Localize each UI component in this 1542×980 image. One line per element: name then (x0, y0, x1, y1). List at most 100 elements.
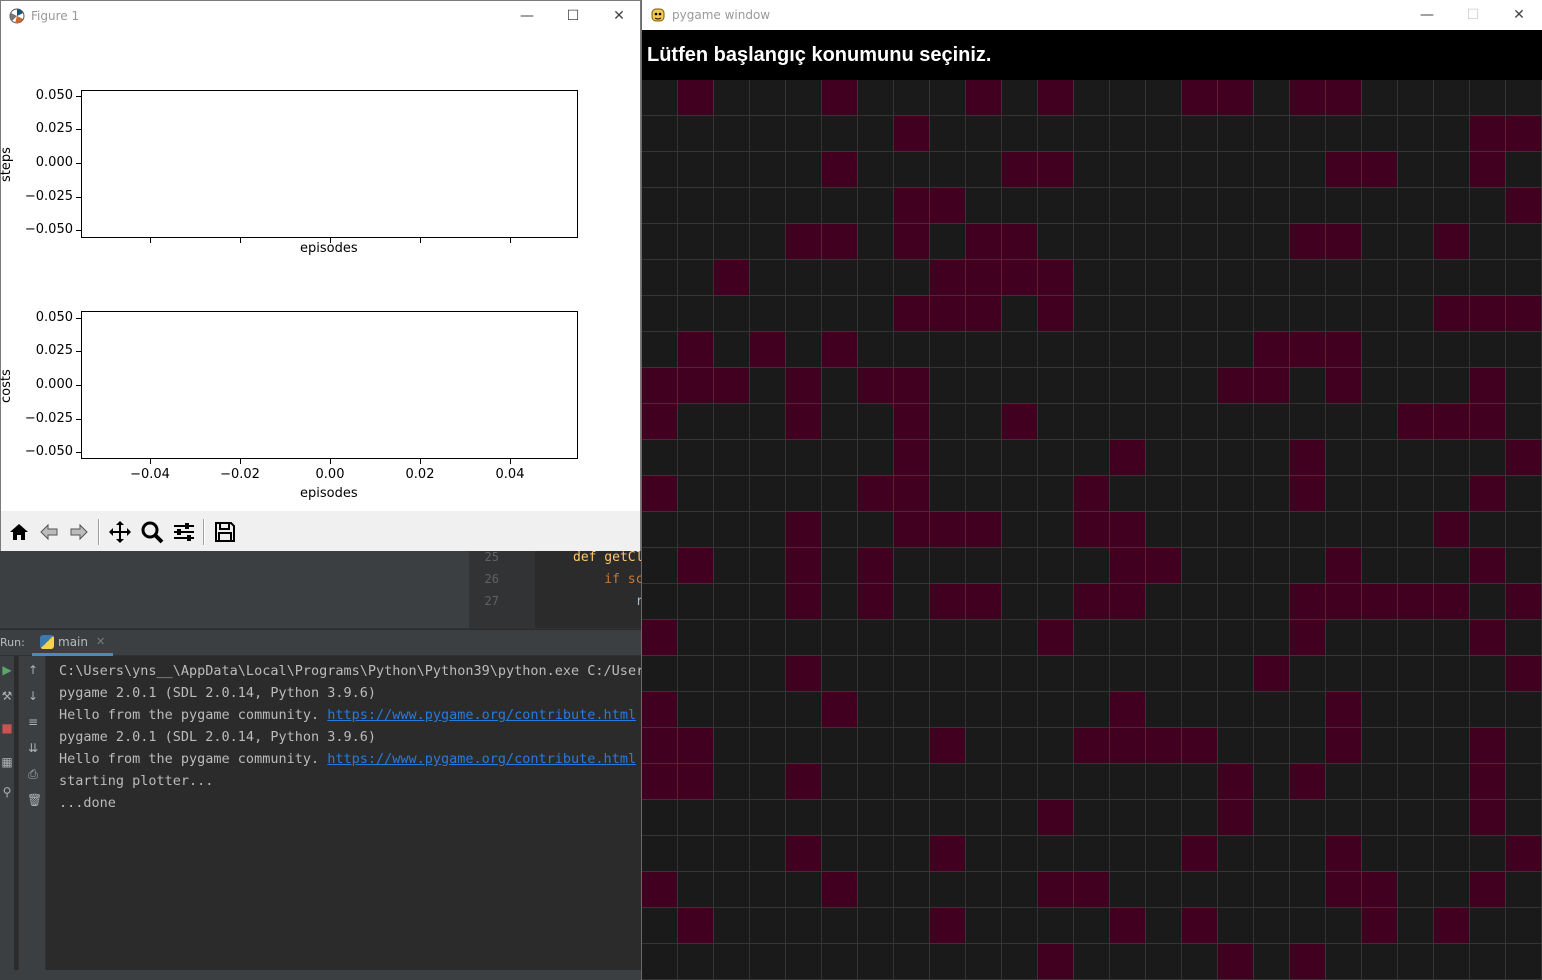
empty-cell[interactable] (1398, 224, 1434, 260)
empty-cell[interactable] (1434, 116, 1470, 152)
empty-cell[interactable] (858, 80, 894, 116)
empty-cell[interactable] (1470, 332, 1506, 368)
wall-cell[interactable] (1326, 728, 1362, 764)
empty-cell[interactable] (1398, 476, 1434, 512)
empty-cell[interactable] (858, 944, 894, 980)
empty-cell[interactable] (930, 944, 966, 980)
empty-cell[interactable] (966, 404, 1002, 440)
empty-cell[interactable] (1074, 620, 1110, 656)
empty-cell[interactable] (1326, 656, 1362, 692)
wall-cell[interactable] (642, 728, 678, 764)
empty-cell[interactable] (1146, 368, 1182, 404)
empty-cell[interactable] (678, 404, 714, 440)
empty-cell[interactable] (822, 188, 858, 224)
wall-cell[interactable] (1290, 440, 1326, 476)
empty-cell[interactable] (1326, 404, 1362, 440)
empty-cell[interactable] (1218, 404, 1254, 440)
empty-cell[interactable] (1506, 260, 1542, 296)
empty-cell[interactable] (750, 260, 786, 296)
empty-cell[interactable] (1074, 692, 1110, 728)
wall-cell[interactable] (786, 656, 822, 692)
empty-cell[interactable] (678, 296, 714, 332)
empty-cell[interactable] (1326, 800, 1362, 836)
wall-cell[interactable] (822, 224, 858, 260)
configure-subplots-button[interactable] (170, 518, 198, 546)
empty-cell[interactable] (1146, 944, 1182, 980)
empty-cell[interactable] (1254, 512, 1290, 548)
empty-cell[interactable] (786, 116, 822, 152)
wall-cell[interactable] (1182, 80, 1218, 116)
empty-cell[interactable] (678, 656, 714, 692)
empty-cell[interactable] (1002, 296, 1038, 332)
stop-icon[interactable]: ■ (1, 722, 13, 734)
wall-cell[interactable] (894, 440, 930, 476)
empty-cell[interactable] (1254, 188, 1290, 224)
empty-cell[interactable] (1362, 692, 1398, 728)
empty-cell[interactable] (1182, 476, 1218, 512)
empty-cell[interactable] (966, 944, 1002, 980)
empty-cell[interactable] (1074, 368, 1110, 404)
empty-cell[interactable] (858, 332, 894, 368)
wall-cell[interactable] (642, 764, 678, 800)
wall-cell[interactable] (930, 584, 966, 620)
wall-cell[interactable] (1254, 332, 1290, 368)
empty-cell[interactable] (1254, 620, 1290, 656)
empty-cell[interactable] (1218, 728, 1254, 764)
empty-cell[interactable] (1038, 908, 1074, 944)
wall-cell[interactable] (1002, 224, 1038, 260)
empty-cell[interactable] (714, 836, 750, 872)
empty-cell[interactable] (1038, 476, 1074, 512)
empty-cell[interactable] (1074, 260, 1110, 296)
empty-cell[interactable] (1038, 440, 1074, 476)
wall-cell[interactable] (1290, 764, 1326, 800)
empty-cell[interactable] (1218, 152, 1254, 188)
empty-cell[interactable] (1470, 584, 1506, 620)
empty-cell[interactable] (1038, 548, 1074, 584)
empty-cell[interactable] (1362, 116, 1398, 152)
wall-cell[interactable] (1290, 224, 1326, 260)
empty-cell[interactable] (1362, 764, 1398, 800)
empty-cell[interactable] (1398, 260, 1434, 296)
wall-cell[interactable] (894, 296, 930, 332)
wall-cell[interactable] (1362, 908, 1398, 944)
empty-cell[interactable] (858, 116, 894, 152)
empty-cell[interactable] (1182, 512, 1218, 548)
empty-cell[interactable] (1398, 368, 1434, 404)
empty-cell[interactable] (1290, 908, 1326, 944)
empty-cell[interactable] (1254, 908, 1290, 944)
empty-cell[interactable] (1290, 296, 1326, 332)
empty-cell[interactable] (858, 872, 894, 908)
empty-cell[interactable] (1074, 944, 1110, 980)
empty-cell[interactable] (786, 296, 822, 332)
empty-cell[interactable] (714, 764, 750, 800)
wall-cell[interactable] (1254, 656, 1290, 692)
figure-titlebar[interactable]: Figure 1 — ☐ ✕ (1, 1, 640, 31)
empty-cell[interactable] (750, 656, 786, 692)
empty-cell[interactable] (1002, 872, 1038, 908)
wall-cell[interactable] (858, 548, 894, 584)
empty-cell[interactable] (1182, 800, 1218, 836)
wall-cell[interactable] (1110, 440, 1146, 476)
wall-cell[interactable] (786, 584, 822, 620)
wall-cell[interactable] (1038, 872, 1074, 908)
pygame-titlebar[interactable]: pygame window — ☐ ✕ (642, 0, 1542, 30)
empty-cell[interactable] (714, 728, 750, 764)
empty-cell[interactable] (894, 908, 930, 944)
empty-cell[interactable] (1254, 548, 1290, 584)
wall-cell[interactable] (1434, 224, 1470, 260)
wall-cell[interactable] (1326, 692, 1362, 728)
empty-cell[interactable] (822, 764, 858, 800)
wall-cell[interactable] (1506, 584, 1542, 620)
empty-cell[interactable] (1254, 260, 1290, 296)
empty-cell[interactable] (1434, 152, 1470, 188)
wall-cell[interactable] (930, 512, 966, 548)
wall-cell[interactable] (1470, 620, 1506, 656)
empty-cell[interactable] (858, 188, 894, 224)
empty-cell[interactable] (930, 332, 966, 368)
empty-cell[interactable] (1218, 224, 1254, 260)
code-line[interactable]: r (573, 594, 644, 606)
maximize-button[interactable]: ☐ (1450, 0, 1496, 30)
empty-cell[interactable] (1326, 764, 1362, 800)
empty-cell[interactable] (858, 512, 894, 548)
empty-cell[interactable] (1182, 260, 1218, 296)
